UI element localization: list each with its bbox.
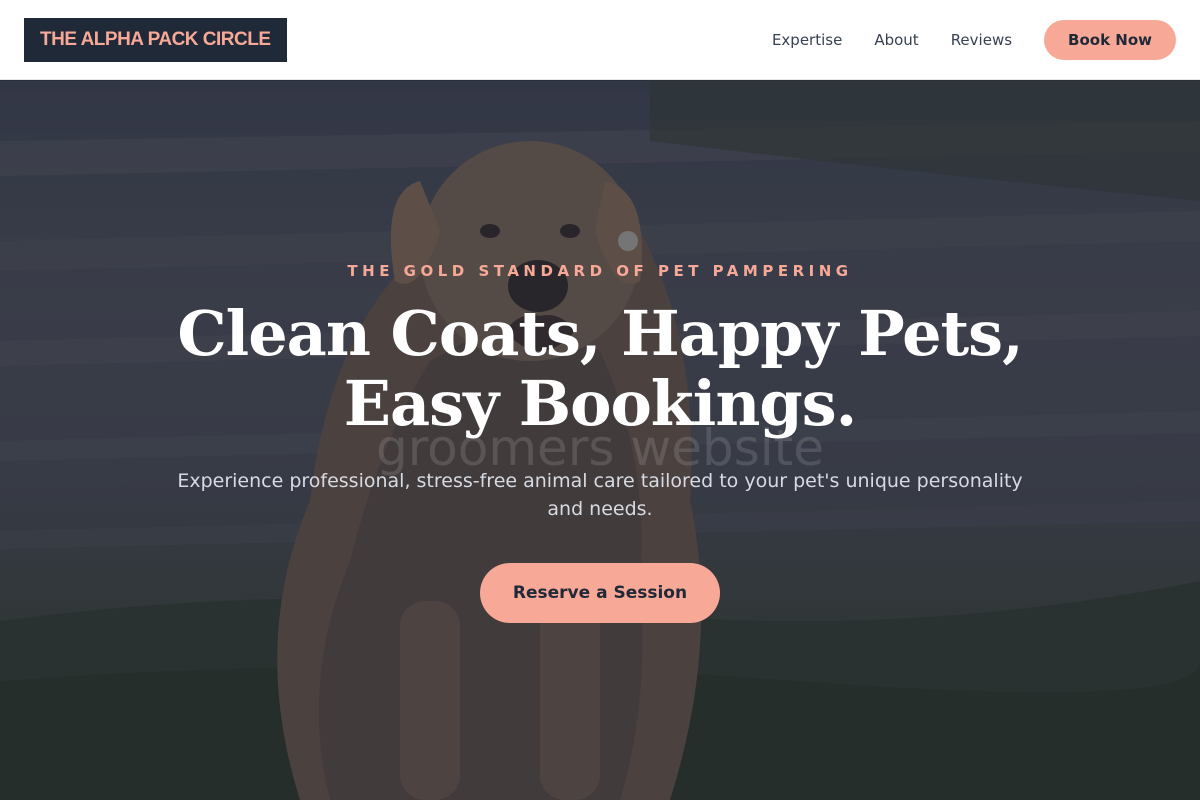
nav-link-expertise[interactable]: Expertise [772, 31, 842, 49]
logo[interactable]: THE ALPHA PACK CIRCLE [24, 17, 287, 62]
hero-headline-line1: Clean Coats, Happy Pets, [177, 297, 1023, 370]
hero-content: THE GOLD STANDARD OF PET PAMPERING Clean… [0, 81, 1200, 800]
reserve-session-button[interactable]: Reserve a Session [480, 563, 720, 623]
hero-headline: Clean Coats, Happy Pets, Easy Bookings. [150, 299, 1050, 439]
nav-link-about[interactable]: About [874, 31, 918, 49]
hero-subtext: Experience professional, stress-free ani… [177, 470, 1023, 520]
hero-section: THE GOLD STANDARD OF PET PAMPERING Clean… [0, 81, 1200, 800]
hero-eyebrow: THE GOLD STANDARD OF PET PAMPERING [347, 262, 853, 280]
site-header: THE ALPHA PACK CIRCLE Expertise About Re… [0, 0, 1200, 80]
book-now-button[interactable]: Book Now [1044, 19, 1176, 60]
main-nav: Expertise About Reviews Book Now [772, 19, 1176, 60]
nav-link-reviews[interactable]: Reviews [951, 31, 1012, 49]
